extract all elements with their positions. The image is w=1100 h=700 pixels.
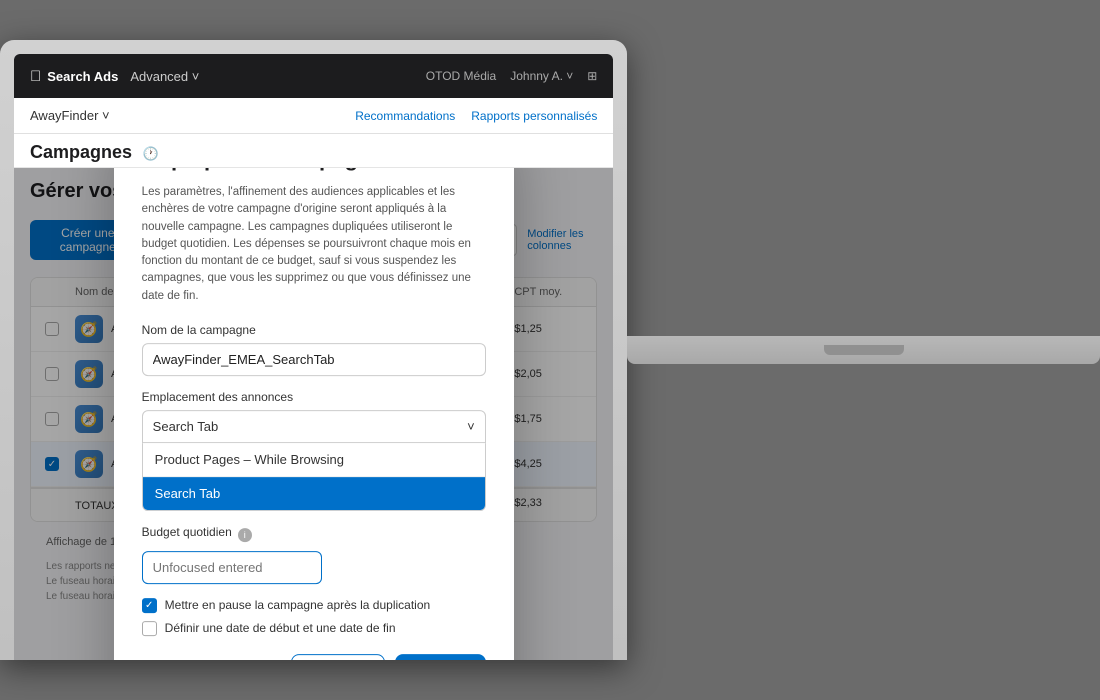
date-range-checkbox[interactable] bbox=[142, 621, 157, 636]
placement-dropdown[interactable]: Search Tab ˅ Product Pages – While Brows… bbox=[142, 410, 486, 511]
recommendations-link[interactable]: Recommandations bbox=[355, 109, 455, 123]
budget-input[interactable] bbox=[142, 551, 322, 584]
modal-description: Les paramètres, l'affinement des audienc… bbox=[142, 184, 486, 305]
sub-navigation: AwayFinder ˅ Recommandations Rapports pe… bbox=[14, 98, 613, 134]
breadcrumb-area: Campagnes 🕐 bbox=[14, 134, 613, 168]
dropdown-selected[interactable]: Search Tab ˅ bbox=[142, 410, 486, 443]
account-selector[interactable]: AwayFinder ˅ bbox=[30, 108, 110, 123]
campaign-name-label: Nom de la campagne bbox=[142, 323, 486, 337]
laptop-notch bbox=[824, 345, 904, 355]
reports-link[interactable]: Rapports personnalisés bbox=[471, 109, 597, 123]
checkbox-row-2[interactable]: Définir une date de début et une date de… bbox=[142, 621, 486, 636]
top-navigation:  Search Ads Advanced ˅ OTOD Média Johnn… bbox=[14, 54, 613, 98]
grid-icon[interactable]: ⊞ bbox=[587, 69, 597, 83]
main-content: Gérer vos campagnes i Créer une campagne… bbox=[14, 168, 613, 660]
modal-title: Dupliquer la campagne bbox=[142, 168, 486, 172]
pause-checkbox[interactable]: ✓ bbox=[142, 598, 157, 613]
advanced-menu[interactable]: Advanced ˅ bbox=[130, 69, 199, 84]
account-name: AwayFinder ˅ bbox=[30, 108, 110, 123]
clock-icon: 🕐 bbox=[143, 146, 159, 161]
pause-label: Mettre en pause la campagne après la dup… bbox=[165, 598, 431, 612]
apple-icon:  bbox=[30, 68, 41, 85]
duplicate-campaign-modal: Dupliquer la campagne Les paramètres, l'… bbox=[114, 168, 514, 660]
checkbox-row-1[interactable]: ✓ Mettre en pause la campagne après la d… bbox=[142, 598, 486, 613]
brand-logo:  Search Ads bbox=[30, 68, 118, 85]
topnav-right: OTOD Média Johnny A. ˅ ⊞ bbox=[426, 69, 598, 83]
org-name: OTOD Média bbox=[426, 69, 496, 83]
budget-label-row: Budget quotidien i bbox=[142, 525, 486, 545]
user-menu[interactable]: Johnny A. ˅ bbox=[510, 69, 573, 83]
cancel-button[interactable]: Annuler bbox=[291, 654, 385, 660]
budget-label: Budget quotidien bbox=[142, 525, 232, 539]
dropdown-selected-text: Search Tab bbox=[153, 419, 219, 434]
brand-name: Search Ads bbox=[47, 69, 118, 84]
dropdown-option-product-pages[interactable]: Product Pages – While Browsing bbox=[143, 443, 485, 477]
dropdown-list: Product Pages – While Browsing Search Ta… bbox=[142, 443, 486, 511]
dropdown-option-search-tab[interactable]: Search Tab bbox=[143, 477, 485, 510]
page-title: Campagnes bbox=[30, 142, 132, 162]
advanced-label: Advanced ˅ bbox=[130, 69, 199, 84]
campaign-name-input[interactable] bbox=[142, 343, 486, 376]
budget-info-icon: i bbox=[238, 528, 252, 542]
dropdown-chevron-icon: ˅ bbox=[467, 419, 475, 434]
placement-label: Emplacement des annonces bbox=[142, 390, 486, 404]
subnav-links: Recommandations Rapports personnalisés bbox=[355, 109, 597, 123]
modal-footer: Annuler Suivant bbox=[142, 654, 486, 660]
next-button[interactable]: Suivant bbox=[395, 654, 486, 660]
date-range-label: Définir une date de début et une date de… bbox=[165, 621, 396, 635]
